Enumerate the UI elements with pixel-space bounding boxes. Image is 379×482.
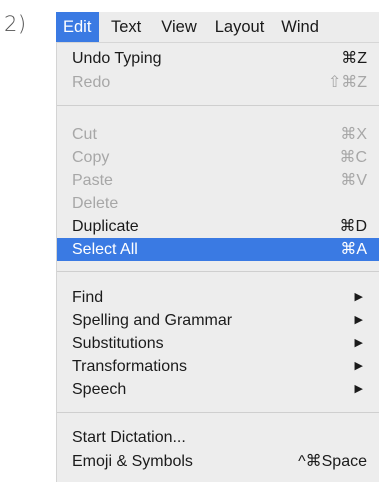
menu-separator	[57, 105, 379, 106]
menu-item-substitutions[interactable]: Substitutions ▶	[57, 332, 379, 355]
menubar-text[interactable]: Text	[111, 12, 141, 42]
menu-bar: Edit Text View Layout Wind	[56, 12, 379, 43]
menu-item-label: Delete	[72, 195, 119, 212]
menu-item-shortcut: ⌘A	[340, 241, 367, 258]
menu-item-label: Start Dictation...	[72, 429, 186, 446]
menu-item-find[interactable]: Find ▶	[57, 286, 379, 309]
menu-item-shortcut: ⌘C	[339, 149, 367, 166]
edit-menu-dropdown: Undo Typing ⌘Z Redo ⇧⌘Z Cut ⌘X Copy ⌘C P…	[56, 43, 379, 482]
menu-item-label: Cut	[72, 126, 97, 143]
menu-item-start-dictation[interactable]: Start Dictation...	[57, 426, 379, 449]
menu-item-paste: Paste ⌘V	[57, 169, 379, 192]
menu-item-label: Emoji & Symbols	[72, 453, 193, 470]
menu-item-label: Spelling and Grammar	[72, 312, 233, 329]
app-screen: Edit Text View Layout Wind Undo Typing ⌘…	[56, 12, 379, 482]
menu-item-delete: Delete	[57, 192, 379, 215]
menu-item-label: Undo Typing	[72, 50, 162, 67]
menu-item-copy: Copy ⌘C	[57, 146, 379, 169]
menu-item-redo: Redo ⇧⌘Z	[57, 71, 379, 94]
menu-item-label: Paste	[72, 172, 113, 189]
menu-item-select-all[interactable]: Select All ⌘A	[57, 238, 379, 261]
step-number-label: 2)	[4, 12, 27, 36]
menu-item-undo-typing[interactable]: Undo Typing ⌘Z	[57, 47, 379, 70]
menu-item-cut: Cut ⌘X	[57, 123, 379, 146]
menu-item-shortcut: ⇧⌘Z	[327, 74, 367, 91]
menu-item-label: Redo	[72, 74, 111, 91]
menu-item-shortcut: ⌘V	[340, 172, 367, 189]
menu-item-shortcut: ^⌘Space	[298, 453, 367, 470]
submenu-arrow-icon: ▶	[354, 383, 363, 395]
menu-separator	[57, 412, 379, 413]
menubar-layout[interactable]: Layout	[215, 12, 265, 42]
menu-item-label: Substitutions	[72, 335, 164, 352]
menu-item-label: Copy	[72, 149, 110, 166]
menubar-window[interactable]: Wind	[281, 12, 319, 42]
menu-item-label: Select All	[72, 241, 138, 258]
menu-item-label: Transformations	[72, 358, 187, 375]
menubar-edit[interactable]: Edit	[56, 12, 99, 42]
menubar-view[interactable]: View	[161, 12, 196, 42]
submenu-arrow-icon: ▶	[354, 291, 363, 303]
menu-item-label: Duplicate	[72, 218, 139, 235]
menu-item-shortcut: ⌘Z	[341, 50, 367, 67]
submenu-arrow-icon: ▶	[354, 360, 363, 372]
menu-item-duplicate[interactable]: Duplicate ⌘D	[57, 215, 379, 238]
menu-item-transformations[interactable]: Transformations ▶	[57, 355, 379, 378]
submenu-arrow-icon: ▶	[354, 314, 363, 326]
submenu-arrow-icon: ▶	[354, 337, 363, 349]
menu-item-label: Find	[72, 289, 104, 306]
menu-item-speech[interactable]: Speech ▶	[57, 378, 379, 401]
menu-item-spelling-and-grammar[interactable]: Spelling and Grammar ▶	[57, 309, 379, 332]
menu-item-shortcut: ⌘D	[339, 218, 367, 235]
menu-separator	[57, 271, 379, 272]
menu-item-label: Speech	[72, 381, 127, 398]
menu-item-emoji-and-symbols[interactable]: Emoji & Symbols ^⌘Space	[57, 450, 379, 473]
menu-item-shortcut: ⌘X	[340, 126, 367, 143]
